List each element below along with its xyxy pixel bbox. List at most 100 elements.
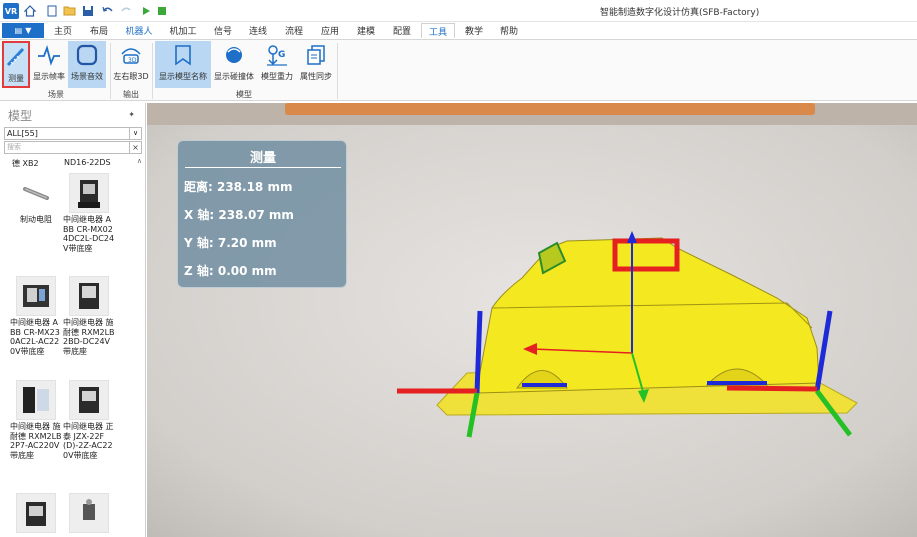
document-sync-icon xyxy=(303,43,329,67)
tab-config[interactable]: 配置 xyxy=(392,24,412,39)
tab-process[interactable]: 流程 xyxy=(284,24,304,39)
tab-help[interactable]: 帮助 xyxy=(499,24,519,39)
model-gravity-button[interactable]: G 模型重力 xyxy=(258,41,296,88)
svg-text:G: G xyxy=(278,50,285,60)
svg-text:3D: 3D xyxy=(128,57,137,64)
list-item[interactable]: 中间继电器 施耐德 RXM2LB2P7-AC220V带底座 xyxy=(10,380,62,460)
pulse-icon xyxy=(36,43,62,67)
scroll-up-icon[interactable]: ∧ xyxy=(137,157,142,165)
tab-teaching[interactable]: 教学 xyxy=(464,24,484,39)
pin-icon[interactable]: ✦ xyxy=(128,110,135,119)
motor-thumbnail xyxy=(69,493,109,533)
save-icon[interactable] xyxy=(80,3,96,19)
list-item[interactable] xyxy=(10,493,62,535)
list-item-label: 德 XB2 xyxy=(12,159,39,168)
chevron-down-icon: ∨ xyxy=(129,128,141,139)
relay-thumbnail xyxy=(69,380,109,420)
attribute-sync-button[interactable]: 属性同步 xyxy=(297,41,335,88)
scene-sound-label: 场景音效 xyxy=(71,72,103,81)
list-item[interactable] xyxy=(63,493,115,535)
model-panel: 模型 ✦ ALL[55] ∨ 搜索 × ∧ 德 XB2 ND16-22DS 制动… xyxy=(0,103,146,537)
measurement-title: 测量 xyxy=(249,151,276,166)
relay-thumbnail xyxy=(69,173,109,213)
open-folder-icon[interactable] xyxy=(62,3,78,19)
tag-icon xyxy=(170,43,196,67)
gravity-icon: G xyxy=(264,43,290,67)
title-bar: VR 智能制造数字化设计仿真(SFB-Factory) xyxy=(0,0,917,22)
menu-bar: ▤ ▼ 主页 布局 机器人 机加工 信号 连线 流程 应用 建模 配置 工具 教… xyxy=(0,22,917,39)
sphere-icon xyxy=(221,43,247,67)
model-name-label: 显示模型名称 xyxy=(159,72,207,81)
x-axis-readout: X 轴: 238.07 mm xyxy=(184,208,294,222)
list-item[interactable]: 中间继电器 正泰 JZX-22F(D)-2Z-AC220V带底座 xyxy=(63,380,115,460)
group-model-label: 模型 xyxy=(236,90,252,99)
tab-application[interactable]: 应用 xyxy=(320,24,340,39)
brake-resistor-thumbnail xyxy=(16,173,56,213)
measurement-overlay: 测量 距离: 238.18 mm X 轴: 238.07 mm Y 轴: 7.2… xyxy=(177,140,347,288)
play-icon[interactable] xyxy=(138,3,154,19)
show-fps-button[interactable]: 显示帧率 xyxy=(32,41,66,88)
file-menu-button[interactable]: ▤ ▼ xyxy=(2,23,44,38)
tab-machining[interactable]: 机加工 xyxy=(168,24,198,39)
list-item-label: 中间继电器 ABB CR-MX230AC2L-AC220V带底座 xyxy=(10,318,60,356)
redo-icon[interactable] xyxy=(118,3,134,19)
undo-icon[interactable] xyxy=(100,3,116,19)
window-title: 智能制造数字化设计仿真(SFB-Factory) xyxy=(600,8,760,18)
list-item[interactable]: 中间继电器 ABB CR-MX024DC2L-DC24V带底座 xyxy=(63,173,115,253)
clear-icon[interactable]: × xyxy=(129,142,141,153)
y-axis-readout: Y 轴: 7.20 mm xyxy=(184,236,277,250)
relay-thumbnail xyxy=(16,493,56,533)
distance-readout: 距离: 238.18 mm xyxy=(184,180,293,194)
gravity-label: 模型重力 xyxy=(261,72,293,81)
tab-wiring[interactable]: 连线 xyxy=(248,24,268,39)
tab-signal[interactable]: 信号 xyxy=(213,24,233,39)
pivot-z-axis xyxy=(474,310,483,394)
tab-modeling[interactable]: 建模 xyxy=(356,24,376,39)
fps-label: 显示帧率 xyxy=(33,72,65,81)
tab-tools[interactable]: 工具 xyxy=(421,23,455,38)
measure-button[interactable]: 测量 xyxy=(2,41,30,88)
sound-icon xyxy=(74,43,100,67)
list-item-label: 中间继电器 正泰 JZX-22F(D)-2Z-AC220V带底座 xyxy=(63,422,114,460)
z-axis-readout: Z 轴: 0.00 mm xyxy=(184,264,277,278)
ribbon-separator xyxy=(337,43,338,99)
app-logo[interactable]: VR xyxy=(3,3,19,19)
list-item[interactable]: 制动电阻 xyxy=(10,173,62,225)
list-item-label: 中间继电器 施耐德 RXM2LB2BD-DC24V带底座 xyxy=(63,318,115,356)
ruler-icon xyxy=(3,45,29,69)
relay-thumbnail xyxy=(16,380,56,420)
relay-thumbnail xyxy=(16,276,56,316)
tab-robot[interactable]: 机器人 xyxy=(124,24,154,39)
list-item-label: 中间继电器 ABB CR-MX024DC2L-DC24V带底座 xyxy=(63,215,115,253)
measurement-divider xyxy=(185,167,341,168)
tab-home[interactable]: 主页 xyxy=(53,24,73,39)
show-collision-button[interactable]: 显示碰撞体 xyxy=(212,41,256,88)
relay-thumbnail xyxy=(69,276,109,316)
stop-icon[interactable] xyxy=(154,3,170,19)
ribbon-separator xyxy=(110,43,111,99)
stereo-3d-button[interactable]: 3D 左右眼3D xyxy=(112,41,150,88)
list-item[interactable]: 中间继电器 ABB CR-MX230AC2L-AC220V带底座 xyxy=(10,276,62,356)
home-icon[interactable] xyxy=(22,3,38,19)
file-menu-label: ▼ xyxy=(25,26,32,35)
tab-layout[interactable]: 布局 xyxy=(88,24,110,39)
category-value: ALL[55] xyxy=(7,129,38,138)
list-item-label: 中间继电器 施耐德 RXM2LB2P7-AC220V带底座 xyxy=(10,422,62,460)
scene-sound-button[interactable]: 场景音效 xyxy=(68,41,106,88)
pivot-x-axis xyxy=(726,385,818,392)
stereo-label: 左右眼3D xyxy=(113,72,149,81)
show-model-name-button[interactable]: 显示模型名称 xyxy=(155,41,211,88)
category-select[interactable]: ALL[55] ∨ xyxy=(4,127,142,140)
model-search-input[interactable]: 搜索 × xyxy=(4,141,142,154)
attr-sync-label: 属性同步 xyxy=(300,72,332,81)
ribbon-separator xyxy=(152,43,153,99)
list-item[interactable]: 中间继电器 施耐德 RXM2LB2BD-DC24V带底座 xyxy=(63,276,115,356)
group-output-label: 输出 xyxy=(123,90,139,99)
panel-title: 模型 xyxy=(8,109,33,123)
vr-glasses-icon: 3D xyxy=(118,43,144,67)
ribbon: 测量 显示帧率 场景音效 场景 3D 左右眼3D 输出 显示模型名称 显示碰撞体 xyxy=(0,39,917,101)
list-item-label: ND16-22DS xyxy=(64,158,111,167)
collision-label: 显示碰撞体 xyxy=(214,72,254,81)
conveyor-shelf xyxy=(285,103,815,115)
new-file-icon[interactable] xyxy=(44,3,60,19)
